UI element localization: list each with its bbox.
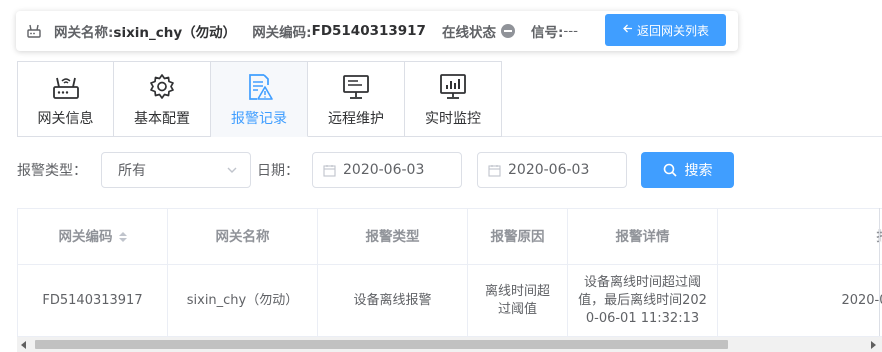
- column-header-alarm-detail: 报警详情: [568, 209, 718, 265]
- tab-label: 基本配置: [134, 111, 190, 127]
- gear-icon: [147, 72, 177, 102]
- gateway-code-info: 网关编码: FD5140313917: [252, 21, 426, 41]
- signal-label: 信号:: [530, 25, 564, 41]
- start-date-input[interactable]: 2020-06-03: [312, 152, 462, 188]
- start-date-value: 2020-06-03: [343, 162, 425, 178]
- cell-alarm-reason: 离线时间超过阈值: [468, 265, 568, 337]
- table-row: FD5140313917 sixin_chy（勿动） 设备离线报警 离线时间超过…: [18, 265, 882, 337]
- cell-alarm-type: 设备离线报警: [318, 265, 468, 337]
- signal-info: 信号: ---: [531, 21, 578, 41]
- gateway-device-icon: [26, 23, 42, 39]
- gateway-name-info: 网关名称: sixin_chy（勿动）: [54, 21, 236, 41]
- scroll-right-arrow-icon[interactable]: [871, 341, 876, 349]
- signal-value: ---: [563, 23, 578, 39]
- offline-status-icon: [500, 24, 515, 38]
- tab-gateway-info[interactable]: 网关信息: [17, 61, 114, 137]
- gateway-code-value: FD5140313917: [311, 23, 426, 39]
- alarm-document-icon: [244, 72, 274, 102]
- gateway-code-label: 网关编码:: [252, 25, 312, 41]
- date-label: 日期：: [257, 163, 299, 179]
- end-date-input[interactable]: 2020-06-03: [477, 152, 627, 188]
- gateway-name-value: sixin_chy（勿动）: [113, 25, 237, 41]
- column-header-alarm-reason: 报警原因: [468, 209, 568, 265]
- table-header-row: 网关编码 网关名称 报警类型 报警原因 报警详情 报警时: [18, 209, 882, 265]
- tab-realtime-monitor[interactable]: 实时监控: [405, 61, 502, 137]
- tab-remote-maintenance[interactable]: 远程维护: [308, 61, 405, 137]
- cell-gateway-name: sixin_chy（勿动）: [168, 265, 318, 337]
- online-status-label: 在线状态: [441, 25, 496, 41]
- chevron-down-icon: [226, 164, 238, 180]
- monitor-icon: [341, 72, 371, 102]
- column-header-gateway-code[interactable]: 网关编码: [18, 209, 168, 265]
- gateway-info-bar: 网关名称: sixin_chy（勿动） 网关编码: FD5140313917 在…: [16, 11, 738, 51]
- search-icon: [663, 163, 677, 177]
- calendar-icon: [323, 164, 336, 177]
- end-date-value: 2020-06-03: [508, 162, 590, 178]
- sort-caret-icon[interactable]: [118, 231, 127, 242]
- column-header-label: 网关编码: [58, 228, 113, 245]
- back-to-gateway-list-button[interactable]: 返回网关列表: [605, 14, 726, 46]
- cell-alarm-time: 2020-06-03: [718, 265, 882, 337]
- column-header-gateway-name: 网关名称: [168, 209, 318, 265]
- tab-label: 网关信息: [37, 111, 94, 127]
- tab-alarm-records[interactable]: 报警记录: [211, 61, 308, 137]
- calendar-icon: [488, 164, 501, 177]
- tab-basic-config[interactable]: 基本配置: [114, 61, 211, 137]
- scrollbar-thumb[interactable]: [35, 340, 728, 349]
- gateway-name-label: 网关名称:: [54, 25, 114, 41]
- column-header-alarm-type: 报警类型: [318, 209, 468, 265]
- tab-label: 远程维护: [328, 111, 384, 127]
- search-button-label: 搜索: [684, 163, 713, 179]
- table-right-border: [879, 208, 880, 336]
- cell-gateway-code: FD5140313917: [18, 265, 168, 337]
- column-header-alarm-time: 报警时: [718, 209, 882, 265]
- chart-screen-icon: [438, 72, 468, 102]
- tab-label: 实时监控: [425, 111, 481, 127]
- alarm-type-value: 所有: [118, 163, 146, 179]
- scroll-left-arrow-icon[interactable]: [21, 341, 26, 349]
- back-button-label: 返回网关列表: [636, 23, 709, 38]
- arrow-left-icon: [622, 23, 633, 38]
- router-icon: [51, 72, 81, 102]
- horizontal-scrollbar[interactable]: [17, 337, 882, 352]
- tab-label: 报警记录: [231, 111, 287, 127]
- cell-alarm-detail: 设备离线时间超过阈值，最后离线时间2020-06-01 11:32:13: [568, 265, 718, 337]
- alarm-type-select[interactable]: 所有: [101, 152, 251, 188]
- tab-bar: 网关信息 基本配置 报警记录 远程维护 实时监控: [17, 61, 502, 137]
- search-button[interactable]: 搜索: [641, 152, 734, 188]
- online-status-info: 在线状态: [442, 21, 515, 41]
- alarm-records-table: 网关编码 网关名称 报警类型 报警原因 报警详情 报警时 FD514031391…: [17, 208, 882, 352]
- alarm-type-label: 报警类型：: [17, 163, 87, 179]
